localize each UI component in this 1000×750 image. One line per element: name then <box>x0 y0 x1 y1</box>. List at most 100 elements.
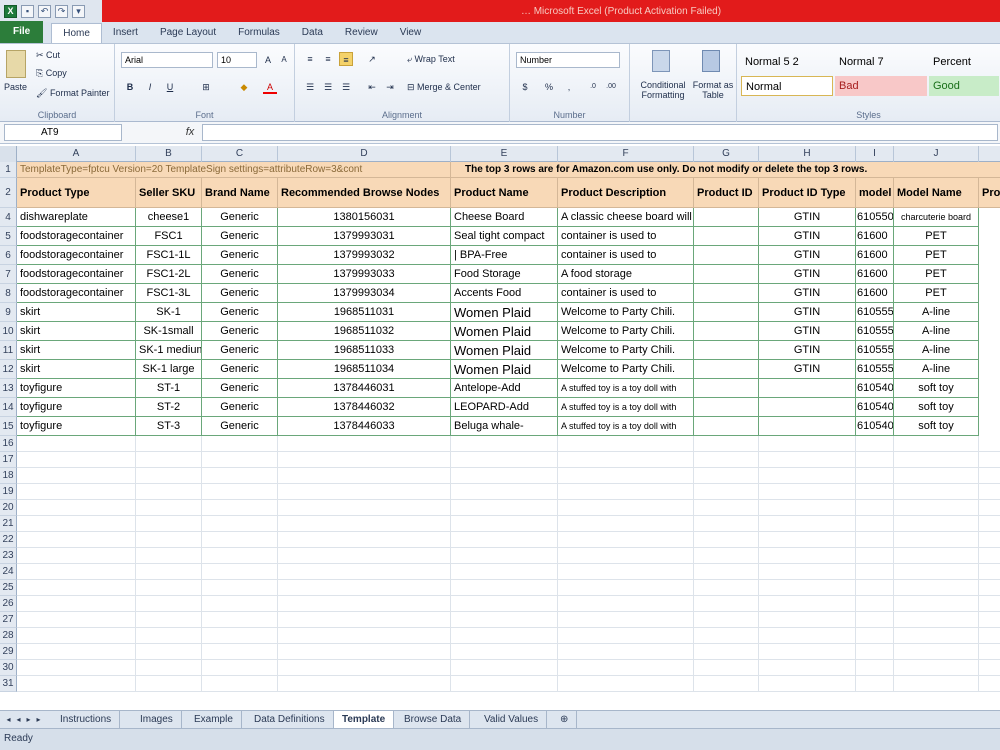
table-cell[interactable]: PET <box>894 227 979 246</box>
style-normal-7[interactable]: Normal 7 <box>835 52 927 72</box>
empty-cell[interactable] <box>759 596 856 612</box>
table-cell[interactable]: 610555 <box>856 360 894 379</box>
empty-cell[interactable] <box>759 676 856 692</box>
empty-cell[interactable] <box>694 484 759 500</box>
empty-cell[interactable] <box>759 468 856 484</box>
orientation-icon[interactable]: ↗ <box>365 52 379 66</box>
row-header[interactable]: 9 <box>0 303 17 322</box>
empty-cell[interactable] <box>694 644 759 660</box>
table-cell[interactable] <box>694 322 759 341</box>
empty-cell[interactable] <box>451 628 558 644</box>
empty-cell[interactable] <box>202 676 278 692</box>
cut-button[interactable]: ✂ Cut <box>36 50 60 61</box>
empty-cell[interactable] <box>759 500 856 516</box>
empty-cell[interactable] <box>451 660 558 676</box>
empty-cell[interactable] <box>202 500 278 516</box>
empty-cell[interactable] <box>979 532 1000 548</box>
table-cell[interactable]: GTIN <box>759 246 856 265</box>
table-cell[interactable]: FSC1 <box>136 227 202 246</box>
table-cell[interactable]: 1379993034 <box>278 284 451 303</box>
table-cell[interactable]: GTIN <box>759 303 856 322</box>
empty-cell[interactable] <box>856 628 894 644</box>
empty-cell[interactable] <box>694 548 759 564</box>
empty-cell[interactable] <box>759 660 856 676</box>
empty-cell[interactable] <box>17 468 136 484</box>
table-cell[interactable]: Generic <box>202 341 278 360</box>
empty-cell[interactable] <box>278 468 451 484</box>
empty-cell[interactable] <box>136 436 202 452</box>
empty-cell[interactable] <box>558 452 694 468</box>
table-cell[interactable] <box>759 379 856 398</box>
save-icon[interactable]: ▪ <box>21 4 34 18</box>
empty-cell[interactable] <box>558 564 694 580</box>
table-cell[interactable]: Generic <box>202 246 278 265</box>
table-cell[interactable]: FSC1-3L <box>136 284 202 303</box>
row-header[interactable]: 15 <box>0 417 17 436</box>
column-header-f[interactable]: F <box>558 146 694 162</box>
table-cell[interactable]: 1378446033 <box>278 417 451 436</box>
table-cell[interactable]: A stuffed toy is a toy doll with <box>558 417 694 436</box>
empty-cell[interactable] <box>202 564 278 580</box>
percent-icon[interactable]: % <box>542 80 556 94</box>
empty-cell[interactable] <box>979 436 1000 452</box>
empty-cell[interactable] <box>894 500 979 516</box>
table-cell[interactable]: Women Plaid <box>451 322 558 341</box>
table-cell[interactable]: Antelope-Add <box>451 379 558 398</box>
table-cell[interactable]: skirt <box>17 360 136 379</box>
empty-cell[interactable] <box>278 660 451 676</box>
empty-cell[interactable] <box>759 452 856 468</box>
row-header[interactable]: 20 <box>0 500 17 516</box>
empty-cell[interactable] <box>759 436 856 452</box>
column-header-k[interactable] <box>979 146 1000 162</box>
empty-cell[interactable] <box>694 580 759 596</box>
empty-cell[interactable] <box>136 580 202 596</box>
table-cell[interactable]: ST-1 <box>136 379 202 398</box>
column-title[interactable]: Seller SKU <box>136 178 202 208</box>
table-cell[interactable]: Beluga whale- <box>451 417 558 436</box>
table-cell[interactable]: PET <box>894 246 979 265</box>
column-header-h[interactable]: H <box>759 146 856 162</box>
table-cell[interactable]: A stuffed toy is a toy doll with <box>558 398 694 417</box>
table-cell[interactable]: toyfigure <box>17 379 136 398</box>
table-cell[interactable] <box>694 303 759 322</box>
row-header[interactable]: 29 <box>0 644 17 660</box>
empty-cell[interactable] <box>202 580 278 596</box>
empty-cell[interactable] <box>558 644 694 660</box>
empty-cell[interactable] <box>894 516 979 532</box>
wrap-text-button[interactable]: ⤶ Wrap Text <box>407 54 455 65</box>
column-header-b[interactable]: B <box>136 146 202 162</box>
empty-cell[interactable] <box>278 676 451 692</box>
empty-cell[interactable] <box>894 548 979 564</box>
empty-cell[interactable] <box>278 612 451 628</box>
bold-icon[interactable]: B <box>123 80 137 94</box>
empty-cell[interactable] <box>451 564 558 580</box>
style-percent[interactable]: Percent <box>929 52 999 72</box>
empty-cell[interactable] <box>694 452 759 468</box>
table-cell[interactable]: ST-3 <box>136 417 202 436</box>
empty-cell[interactable] <box>278 596 451 612</box>
merge-center-button[interactable]: ⊟ Merge & Center <box>407 82 481 93</box>
row-header[interactable]: 27 <box>0 612 17 628</box>
align-center-icon[interactable]: ☰ <box>321 80 335 94</box>
table-cell[interactable]: ST-2 <box>136 398 202 417</box>
row-header[interactable]: 5 <box>0 227 17 246</box>
first-sheet-icon[interactable]: ◂ <box>4 714 13 726</box>
empty-cell[interactable] <box>979 548 1000 564</box>
table-cell[interactable]: GTIN <box>759 360 856 379</box>
font-color-icon[interactable]: A <box>263 80 277 94</box>
empty-cell[interactable] <box>894 468 979 484</box>
sheet-tab-data-definitions[interactable]: Data Definitions <box>246 711 334 728</box>
empty-cell[interactable] <box>136 452 202 468</box>
empty-cell[interactable] <box>894 660 979 676</box>
table-cell[interactable]: 610540 <box>856 417 894 436</box>
column-header-c[interactable]: C <box>202 146 278 162</box>
empty-cell[interactable] <box>856 436 894 452</box>
table-cell[interactable] <box>694 341 759 360</box>
empty-cell[interactable] <box>17 436 136 452</box>
table-cell[interactable]: Cheese Board <box>451 208 558 227</box>
table-cell[interactable]: Welcome to Party Chili. <box>558 341 694 360</box>
table-cell[interactable]: Accents Food <box>451 284 558 303</box>
table-cell[interactable]: GTIN <box>759 227 856 246</box>
column-header-d[interactable]: D <box>278 146 451 162</box>
empty-cell[interactable] <box>136 628 202 644</box>
